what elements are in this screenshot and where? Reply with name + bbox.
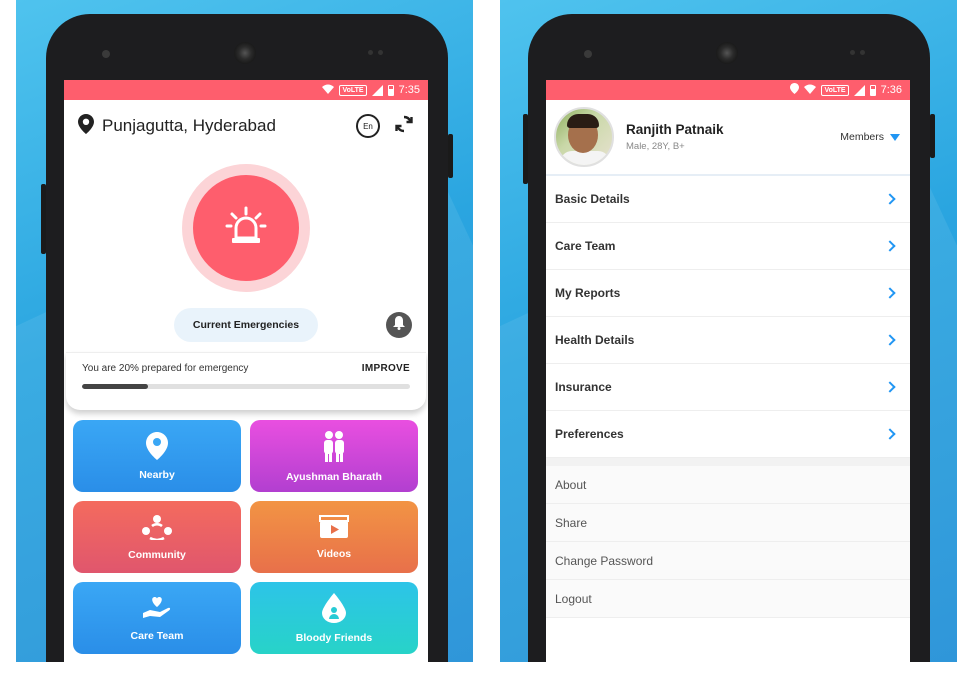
tile-videos-label: Videos: [316, 547, 352, 560]
volume-button: [41, 184, 46, 254]
tile-bloody-friends-label: Bloody Friends: [295, 631, 373, 644]
dropdown-arrow-icon: [890, 133, 900, 141]
preparedness-progress-fill: [82, 384, 148, 389]
menu-item-health-details[interactable]: Health Details: [546, 317, 910, 364]
home-screen: VoLTE 7:35 Punjagutta, Hyderabad En Curr…: [64, 80, 428, 662]
signal-icon: [371, 84, 383, 96]
tile-care-team[interactable]: Care Team: [73, 582, 241, 654]
menu-item-change-password[interactable]: Change Password: [546, 542, 910, 580]
phone-frame: VoLTE 7:36 Ranjith Patnaik Male, 28Y, B+…: [523, 14, 935, 662]
menu-item-label: Preferences: [555, 427, 624, 441]
menu-item-my-reports[interactable]: My Reports: [546, 270, 910, 317]
sos-inner-circle[interactable]: [193, 175, 299, 281]
members-label: Members: [840, 131, 884, 143]
tile-community[interactable]: Community: [73, 501, 241, 573]
status-time: 7:35: [398, 84, 420, 96]
preparedness-card: You are 20% prepared for emergency IMPRO…: [66, 352, 426, 410]
current-emergencies-button[interactable]: Current Emergencies: [174, 308, 318, 342]
speaker-grille: [716, 42, 738, 64]
status-bar: VoLTE 7:36: [546, 80, 910, 100]
volume-button: [523, 114, 528, 184]
tile-ayushman-bharath[interactable]: Ayushman Bharath: [250, 420, 418, 492]
left-phone-scene: VoLTE 7:35 Punjagutta, Hyderabad En Curr…: [16, 0, 473, 662]
status-time: 7:36: [880, 84, 902, 96]
tile-care-team-label: Care Team: [130, 629, 184, 642]
tile-nearby[interactable]: Nearby: [73, 420, 241, 492]
volte-badge: VoLTE: [339, 84, 367, 96]
menu-item-share[interactable]: Share: [546, 504, 910, 542]
siren-icon: [224, 204, 268, 253]
location-status-icon: [790, 83, 800, 97]
battery-icon: [869, 84, 876, 96]
tile-ayushman-label: Ayushman Bharath: [286, 470, 382, 483]
menu-item-basic-details[interactable]: Basic Details: [546, 176, 910, 223]
menu-item-care-team[interactable]: Care Team: [546, 223, 910, 270]
power-button: [448, 134, 453, 178]
menu-item-label: Health Details: [555, 333, 635, 347]
chevron-right-icon: [884, 287, 896, 299]
menu-item-about[interactable]: About: [546, 466, 910, 504]
chevron-right-icon: [884, 334, 896, 346]
front-camera: [102, 50, 110, 58]
light-sensor: [378, 50, 383, 55]
profile-menu: Basic Details Care Team My Reports Healt…: [546, 176, 910, 458]
notification-button[interactable]: [386, 312, 412, 338]
menu-item-logout[interactable]: Logout: [546, 580, 910, 618]
community-icon: [140, 514, 174, 543]
menu-divider: [546, 458, 910, 466]
video-icon: [319, 514, 349, 542]
signal-icon: [853, 84, 865, 96]
location-text: Punjagutta, Hyderabad: [102, 116, 276, 135]
profile-meta: Male, 28Y, B+: [626, 141, 685, 152]
refresh-icon[interactable]: [394, 114, 414, 139]
language-button[interactable]: En: [356, 114, 380, 138]
menu-item-insurance[interactable]: Insurance: [546, 364, 910, 411]
chevron-right-icon: [884, 381, 896, 393]
proximity-sensor: [850, 50, 855, 55]
tile-bloody-friends[interactable]: Bloody Friends: [250, 582, 418, 654]
avatar[interactable]: [554, 107, 614, 167]
profile-name: Ranjith Patnaik: [626, 122, 724, 137]
chevron-right-icon: [884, 240, 896, 252]
feature-tiles: Nearby Ayushman Bharath Community Videos…: [64, 410, 428, 662]
location-bar[interactable]: Punjagutta, Hyderabad En: [64, 100, 428, 152]
menu-item-preferences[interactable]: Preferences: [546, 411, 910, 458]
front-camera: [584, 50, 592, 58]
menu-item-label: My Reports: [555, 286, 621, 300]
phone-frame: VoLTE 7:35 Punjagutta, Hyderabad En Curr…: [41, 14, 453, 662]
speaker-grille: [234, 42, 256, 64]
sos-button[interactable]: [182, 164, 310, 292]
members-dropdown[interactable]: Members: [840, 131, 900, 143]
tile-videos[interactable]: Videos: [250, 501, 418, 573]
sos-section: Current Emergencies: [64, 152, 428, 352]
light-sensor: [860, 50, 865, 55]
map-pin-icon: [146, 431, 168, 463]
wifi-icon: [804, 84, 817, 97]
menu-item-label: Basic Details: [555, 192, 630, 206]
hand-heart-icon: [142, 595, 172, 624]
family-icon: [321, 430, 347, 465]
profile-screen: VoLTE 7:36 Ranjith Patnaik Male, 28Y, B+…: [546, 80, 910, 662]
tile-nearby-label: Nearby: [139, 468, 175, 481]
secondary-menu: About Share Change Password Logout: [546, 466, 910, 618]
right-phone-scene: VoLTE 7:36 Ranjith Patnaik Male, 28Y, B+…: [500, 0, 957, 662]
bell-icon: [393, 315, 405, 335]
power-button: [930, 114, 935, 158]
chevron-right-icon: [884, 428, 896, 440]
volte-badge: VoLTE: [821, 84, 849, 96]
menu-item-label: Insurance: [555, 380, 612, 394]
tile-community-label: Community: [128, 548, 186, 561]
battery-icon: [387, 84, 394, 96]
proximity-sensor: [368, 50, 373, 55]
preparedness-progress: [82, 384, 410, 389]
blood-drop-icon: [322, 592, 346, 626]
improve-link[interactable]: IMPROVE: [362, 363, 410, 374]
menu-item-label: Care Team: [555, 239, 616, 253]
preparedness-text: You are 20% prepared for emergency: [82, 363, 249, 374]
wifi-icon: [322, 84, 335, 97]
status-bar: VoLTE 7:35: [64, 80, 428, 100]
location-pin-icon: [78, 113, 94, 139]
profile-header[interactable]: Ranjith Patnaik Male, 28Y, B+ Members: [546, 100, 910, 176]
chevron-right-icon: [884, 193, 896, 205]
